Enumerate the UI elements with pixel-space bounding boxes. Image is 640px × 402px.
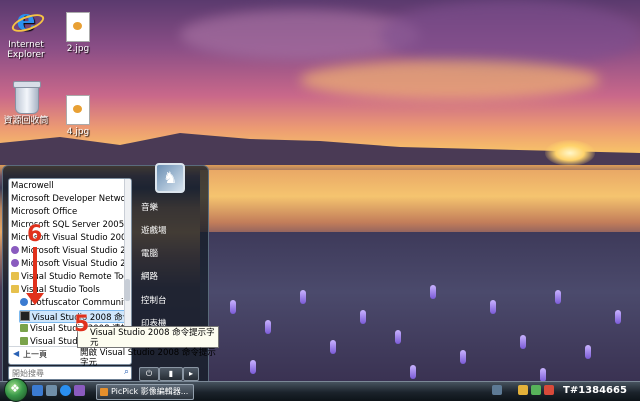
start-button[interactable]: ❖ [4,378,28,402]
quick-launch-desktop-icon[interactable] [32,385,43,396]
annotation-step-5: 5 [74,312,90,337]
start-search-box[interactable]: ⌕ [8,366,132,380]
place-games[interactable]: 遊戲場 [141,224,167,236]
quick-launch-ie-icon[interactable] [60,385,71,396]
back-label: 上一頁 [23,350,47,359]
program-item[interactable]: Visual Studio Remote Tools [11,272,131,283]
power-button[interactable]: ⏻ [139,367,159,381]
folder-icon [11,272,19,280]
program-item[interactable]: Microsoft Visual Studio 2008 [11,259,131,270]
desktop-icon-2jpg[interactable]: 2.jpg [48,12,108,54]
place-computer[interactable]: 電腦 [141,247,158,259]
program-item[interactable]: Microsoft Visual Studio 2008 [11,246,131,257]
user-picture[interactable]: ♞ [155,163,185,193]
all-programs-list: Macrowell Microsoft Developer Network Mi… [9,179,131,347]
programs-scrollbar[interactable] [124,179,131,344]
desktop-icon-label: 4.jpg [66,127,90,137]
windows-logo-icon: ❖ [10,382,20,395]
tooltip: Visual Studio 2008 命令提示字元 開啟 Visual Stud… [77,326,219,368]
picpick-icon [100,388,108,396]
quick-launch-app-icon[interactable] [74,385,85,396]
watermark: T#1384665 [563,385,627,396]
program-item[interactable]: Microsoft Developer Network [11,194,131,205]
visual-studio-icon [11,259,19,267]
user-avatar-icon: ♞ [163,168,178,187]
recycle-bin-icon [12,80,41,114]
chevron-right-icon: ▸ [188,369,193,378]
desktop-icon-label: 2.jpg [66,44,90,54]
start-search-input[interactable] [12,367,112,379]
search-icon[interactable]: ⌕ [124,367,129,377]
quick-launch-switch-icon[interactable] [46,385,57,396]
lock-button[interactable]: ▮ [159,367,183,381]
image-file-icon [66,12,90,42]
place-network[interactable]: 網路 [141,270,158,282]
tool-icon [20,337,28,345]
tooltip-shadow-text: Visual Studio 2008 命令提示字元 [90,328,215,348]
shutdown-options-button[interactable]: ▸ [183,367,199,381]
annotation-step-6: 6 [27,222,43,247]
internet-explorer-icon: e [9,4,47,38]
power-icon: ⏻ [145,369,153,378]
taskbar-button-picpick[interactable]: PicPick 影像編輯器... [96,384,194,400]
tooltip-text: 開啟 Visual Studio 2008 命令提示字元 [80,348,216,368]
power-controls: ⏻ ▮ ▸ [135,367,205,381]
command-prompt-icon [20,311,30,321]
tray-keyboard-icon[interactable] [492,385,502,395]
place-control-panel[interactable]: 控制台 [141,294,167,306]
annotation-arrow-head [26,293,44,305]
tool-icon [20,324,28,332]
tray-app-icon[interactable] [531,385,541,395]
tray-folder-icon[interactable] [518,385,528,395]
program-item[interactable]: Visual Studio Tools [11,285,100,296]
place-music[interactable]: 音樂 [141,201,158,213]
taskbar-button-label: PicPick 影像編輯器... [111,387,189,396]
taskbar: ❖ PicPick 影像編輯器... T#1384665 [0,378,640,402]
program-item[interactable]: Macrowell [11,181,54,192]
folder-icon [11,285,19,293]
scroll-thumb[interactable] [125,279,130,301]
lock-icon: ▮ [168,369,174,378]
back-arrow-icon: ◀ [13,349,20,358]
tray-alert-icon[interactable] [544,385,554,395]
visual-studio-icon [11,246,19,254]
desktop-icon-4jpg[interactable]: 4.jpg [48,95,108,137]
program-item[interactable]: Microsoft Office [11,207,77,218]
image-file-icon [66,95,90,125]
annotation-arrow [33,247,37,297]
